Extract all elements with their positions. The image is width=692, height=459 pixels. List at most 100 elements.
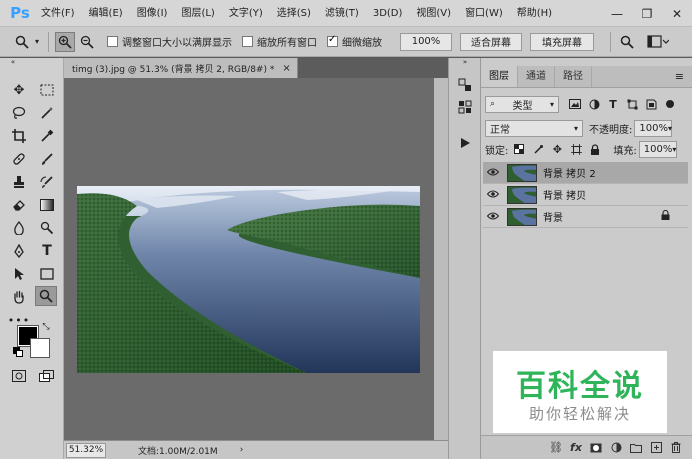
swatches-panel-icon[interactable] xyxy=(456,98,474,116)
workspace-icon[interactable] xyxy=(645,32,671,52)
move-tool-icon[interactable]: ✥ xyxy=(8,80,30,100)
visibility-eye-icon[interactable] xyxy=(483,166,503,179)
layer-name[interactable]: 背景 拷贝 2 xyxy=(543,165,596,180)
blur-tool-icon[interactable] xyxy=(8,218,30,238)
lasso-tool-icon[interactable] xyxy=(8,103,30,123)
lock-all-icon[interactable] xyxy=(587,141,603,157)
lock-pixels-icon[interactable] xyxy=(530,141,546,157)
close-button[interactable]: ✕ xyxy=(662,0,692,27)
fit-screen-button[interactable]: 适合屏幕 xyxy=(460,32,522,51)
panel-menu-icon[interactable]: ≡ xyxy=(675,66,684,88)
menu-file[interactable]: 文件(F) xyxy=(34,0,82,27)
layer-style-fx-icon[interactable]: fx xyxy=(566,439,586,457)
restore-button[interactable]: ❐ xyxy=(632,0,662,27)
menu-edit[interactable]: 编辑(E) xyxy=(82,0,130,27)
zoom-all-windows-checkbox[interactable] xyxy=(242,36,253,47)
eyedropper-tool-icon[interactable] xyxy=(36,126,58,146)
path-selection-tool-icon[interactable] xyxy=(8,264,30,284)
default-colors-icon[interactable] xyxy=(12,346,24,358)
zoom-level-field[interactable]: 51.32% xyxy=(66,442,106,458)
menu-layer[interactable]: 图层(L) xyxy=(174,0,221,27)
collapse-arrows-icon[interactable]: » xyxy=(456,58,474,66)
chevron-down-icon[interactable]: ▾ xyxy=(32,32,42,52)
zoom-tool-preset-icon[interactable] xyxy=(12,32,32,52)
resize-windows-checkbox[interactable] xyxy=(107,36,118,47)
fill-screen-button[interactable]: 填充屏幕 xyxy=(530,32,594,51)
type-filter-icon[interactable]: T xyxy=(605,96,621,112)
clone-stamp-tool-icon[interactable] xyxy=(8,172,30,192)
dodge-tool-icon[interactable] xyxy=(36,218,58,238)
magic-wand-tool-icon[interactable] xyxy=(36,103,58,123)
canvas-pasteboard[interactable] xyxy=(64,78,434,440)
filter-toggle-icon[interactable] xyxy=(662,96,678,112)
tab-paths[interactable]: 路径 xyxy=(555,66,592,87)
brush-tool-icon[interactable] xyxy=(36,149,58,169)
status-menu-arrow[interactable]: › xyxy=(240,445,244,455)
new-group-icon[interactable] xyxy=(626,439,646,457)
menu-help[interactable]: 帮助(H) xyxy=(510,0,559,27)
layer-row-background[interactable]: 背景 xyxy=(483,206,688,228)
color-panel-icon[interactable] xyxy=(456,76,474,94)
smart-object-filter-icon[interactable] xyxy=(643,96,659,112)
menu-view[interactable]: 视图(V) xyxy=(409,0,458,27)
hand-tool-icon[interactable] xyxy=(8,287,30,307)
menu-3d[interactable]: 3D(D) xyxy=(366,0,410,27)
blend-mode-select[interactable]: 正常 ▾ xyxy=(485,119,583,137)
menu-window[interactable]: 窗口(W) xyxy=(458,0,510,27)
new-layer-icon[interactable] xyxy=(646,439,666,457)
shape-filter-icon[interactable] xyxy=(624,96,640,112)
tab-layers[interactable]: 图层 xyxy=(481,66,518,87)
type-tool-icon[interactable]: T xyxy=(36,241,58,261)
lock-artboard-icon[interactable] xyxy=(568,141,584,157)
river-photo[interactable] xyxy=(77,186,420,373)
pixel-filter-icon[interactable] xyxy=(567,96,583,112)
link-layers-icon[interactable]: ⛓ xyxy=(546,439,566,457)
healing-brush-tool-icon[interactable] xyxy=(8,149,30,169)
scrubby-zoom-option[interactable]: 细微缩放 xyxy=(327,34,382,49)
zoom-tool-icon[interactable] xyxy=(35,286,57,306)
zoom-all-windows-option[interactable]: 缩放所有窗口 xyxy=(242,34,317,49)
menu-filter[interactable]: 滤镜(T) xyxy=(318,0,366,27)
layer-name[interactable]: 背景 拷贝 xyxy=(543,187,586,202)
fill-field[interactable]: 100% ▾ xyxy=(638,140,677,158)
zoom-100-button[interactable]: 100% xyxy=(400,32,452,51)
marquee-tool-icon[interactable] xyxy=(36,80,58,100)
crop-tool-icon[interactable] xyxy=(8,126,30,146)
vertical-scrollbar[interactable] xyxy=(434,78,448,440)
gradient-tool-icon[interactable] xyxy=(36,195,58,215)
history-brush-tool-icon[interactable] xyxy=(36,172,58,192)
lock-transparent-icon[interactable] xyxy=(511,141,527,157)
scrubby-zoom-checkbox[interactable] xyxy=(327,34,338,47)
visibility-eye-icon[interactable] xyxy=(483,210,503,223)
document-tab[interactable]: timg (3).jpg @ 51.3% (背景 拷贝 2, RGB/8#) *… xyxy=(64,58,298,78)
swap-colors-icon[interactable]: ⤡ xyxy=(40,321,52,333)
delete-layer-icon[interactable] xyxy=(666,439,686,457)
zoom-in-icon[interactable] xyxy=(55,31,75,52)
rectangle-tool-icon[interactable] xyxy=(36,264,58,284)
eraser-tool-icon[interactable] xyxy=(8,195,30,215)
pen-tool-icon[interactable] xyxy=(8,241,30,261)
screen-mode-icon[interactable] xyxy=(36,366,58,386)
add-mask-icon[interactable] xyxy=(586,439,606,457)
filter-kind-select[interactable]: ⌕ 类型 ▾ xyxy=(485,95,559,113)
resize-windows-option[interactable]: 调整窗口大小以满屏显示 xyxy=(107,34,232,49)
play-action-icon[interactable] xyxy=(456,134,474,152)
layer-row-background-copy-2[interactable]: 背景 拷贝 2 xyxy=(483,162,688,184)
minimize-button[interactable]: — xyxy=(602,0,632,27)
close-document-icon[interactable]: × xyxy=(282,63,290,74)
zoom-out-icon[interactable] xyxy=(77,32,97,52)
adjustment-layer-icon[interactable] xyxy=(606,439,626,457)
quick-mask-icon[interactable] xyxy=(8,366,30,386)
visibility-eye-icon[interactable] xyxy=(483,188,503,201)
search-icon[interactable] xyxy=(617,32,637,52)
tab-channels[interactable]: 通道 xyxy=(518,66,555,87)
lock-position-icon[interactable]: ✥ xyxy=(549,141,565,157)
opacity-field[interactable]: 100% ▾ xyxy=(634,119,673,137)
collapse-arrows-icon[interactable]: « xyxy=(2,58,24,66)
menu-select[interactable]: 选择(S) xyxy=(270,0,318,27)
background-color-swatch[interactable] xyxy=(30,338,50,358)
menu-type[interactable]: 文字(Y) xyxy=(222,0,270,27)
layer-name[interactable]: 背景 xyxy=(543,209,563,224)
layer-row-background-copy[interactable]: 背景 拷贝 xyxy=(483,184,688,206)
adjustment-filter-icon[interactable] xyxy=(586,96,602,112)
